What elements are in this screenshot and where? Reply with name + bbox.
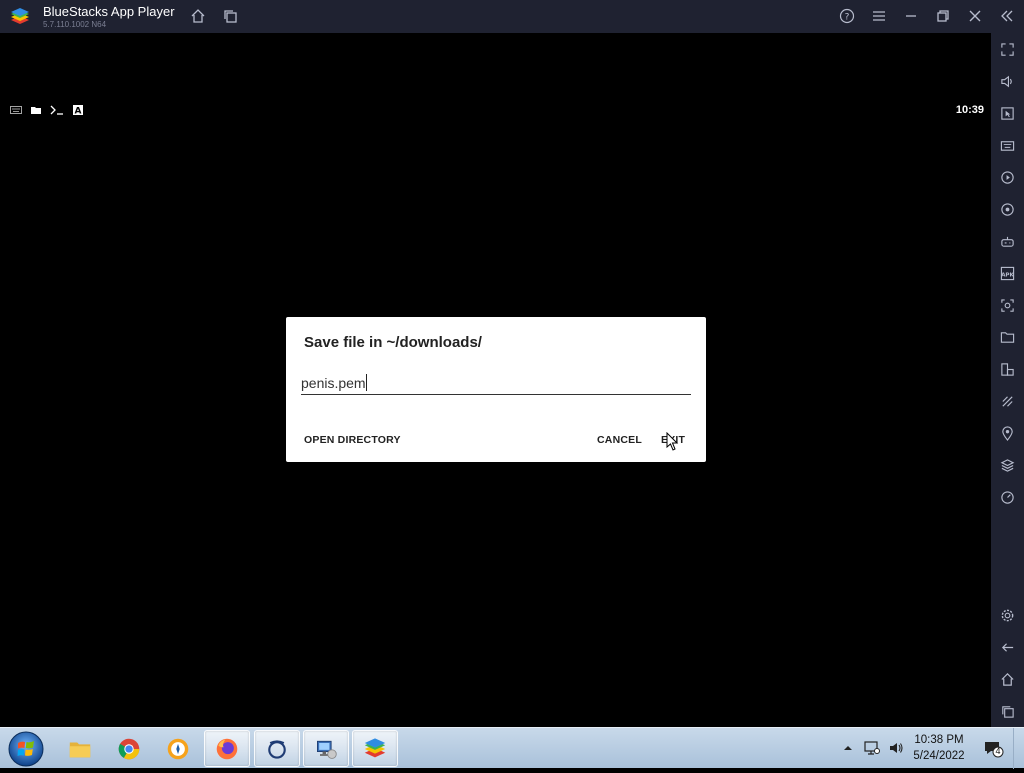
text-caret: [366, 374, 367, 391]
titlebar: BlueStacks App Player 5.7.110.1002 N64 ?: [0, 0, 1024, 33]
system-clock[interactable]: 10:38 PM 5/24/2022: [905, 732, 973, 764]
start-button[interactable]: [6, 730, 46, 768]
show-hidden-icons-icon[interactable]: [842, 740, 854, 756]
fullscreen-icon[interactable]: [999, 41, 1016, 58]
home-icon[interactable]: [189, 7, 207, 25]
clock-time: 10:38 PM: [914, 734, 964, 746]
home-icon[interactable]: [999, 671, 1016, 688]
help-icon[interactable]: ?: [838, 7, 856, 25]
filename-input[interactable]: [301, 373, 691, 395]
layers-icon[interactable]: [999, 457, 1016, 474]
eco-mode-icon[interactable]: [999, 393, 1016, 410]
windows-taskbar: 10:38 PM 5/24/2022 4: [0, 727, 1024, 769]
keyboard-icon: [10, 105, 22, 115]
gamepad-icon[interactable]: [999, 233, 1016, 250]
close-icon[interactable]: [966, 7, 984, 25]
volume-icon[interactable]: [999, 73, 1016, 90]
android-clock: 10:39: [955, 104, 984, 116]
macro-icon[interactable]: [999, 169, 1016, 186]
android-screen: A 10:39 Save file in ~/downloads/ OPEN D…: [0, 33, 991, 727]
notification-count: 4: [995, 746, 1001, 756]
file-icon: [30, 105, 42, 115]
bluestacks-sidebar: APK: [991, 33, 1024, 727]
performance-icon[interactable]: [999, 489, 1016, 506]
window-title: BlueStacks App Player: [43, 4, 175, 19]
svg-text:APK: APK: [1001, 272, 1014, 278]
svg-text:?: ?: [845, 13, 850, 23]
keyboard-icon[interactable]: [999, 137, 1016, 154]
network-tool-icon[interactable]: [303, 730, 349, 767]
multi-instance-icon[interactable]: [999, 361, 1016, 378]
restore-icon[interactable]: [934, 7, 952, 25]
terminal-icon: [50, 105, 64, 115]
svg-text:A: A: [75, 107, 82, 116]
cancel-button[interactable]: CANCEL: [597, 434, 642, 446]
menu-icon[interactable]: [870, 7, 888, 25]
location-icon[interactable]: [999, 425, 1016, 442]
rotate-sync-icon[interactable]: [999, 201, 1016, 218]
multi-instance-icon[interactable]: [221, 7, 239, 25]
settings-icon[interactable]: [999, 607, 1016, 624]
a-icon: A: [72, 105, 84, 115]
bluestacks-logo-icon: [9, 6, 31, 28]
windows-explorer-icon[interactable]: [57, 730, 103, 767]
android-status-icons: A: [10, 105, 84, 115]
minimize-icon[interactable]: [902, 7, 920, 25]
folder-icon[interactable]: [999, 329, 1016, 346]
chrome-icon[interactable]: [106, 730, 152, 767]
clock-date: 5/24/2022: [913, 750, 965, 762]
mouse-cursor-icon: [666, 432, 679, 451]
save-file-dialog: Save file in ~/downloads/ OPEN DIRECTORY…: [286, 317, 706, 462]
window-version: 5.7.110.1002 N64: [43, 20, 107, 29]
show-desktop-button[interactable]: [1013, 728, 1024, 769]
cursor-lock-icon[interactable]: [999, 105, 1016, 122]
ccleaner-icon[interactable]: [155, 730, 201, 767]
apk-install-icon[interactable]: APK: [999, 265, 1016, 282]
dialog-title: Save file in ~/downloads/: [304, 334, 482, 351]
cortana-circle-icon[interactable]: [254, 730, 300, 767]
open-directory-button[interactable]: OPEN DIRECTORY: [304, 434, 401, 446]
firefox-icon[interactable]: [204, 730, 250, 767]
back-icon[interactable]: [999, 639, 1016, 656]
collapse-sidebar-icon[interactable]: [998, 7, 1016, 25]
recents-icon[interactable]: [999, 703, 1016, 720]
screenshot-icon[interactable]: [999, 297, 1016, 314]
volume-icon[interactable]: [888, 740, 904, 756]
action-center-flag-icon[interactable]: [864, 740, 880, 756]
notifications-icon[interactable]: 4: [984, 740, 1004, 758]
bluestacks-icon[interactable]: [352, 730, 398, 767]
